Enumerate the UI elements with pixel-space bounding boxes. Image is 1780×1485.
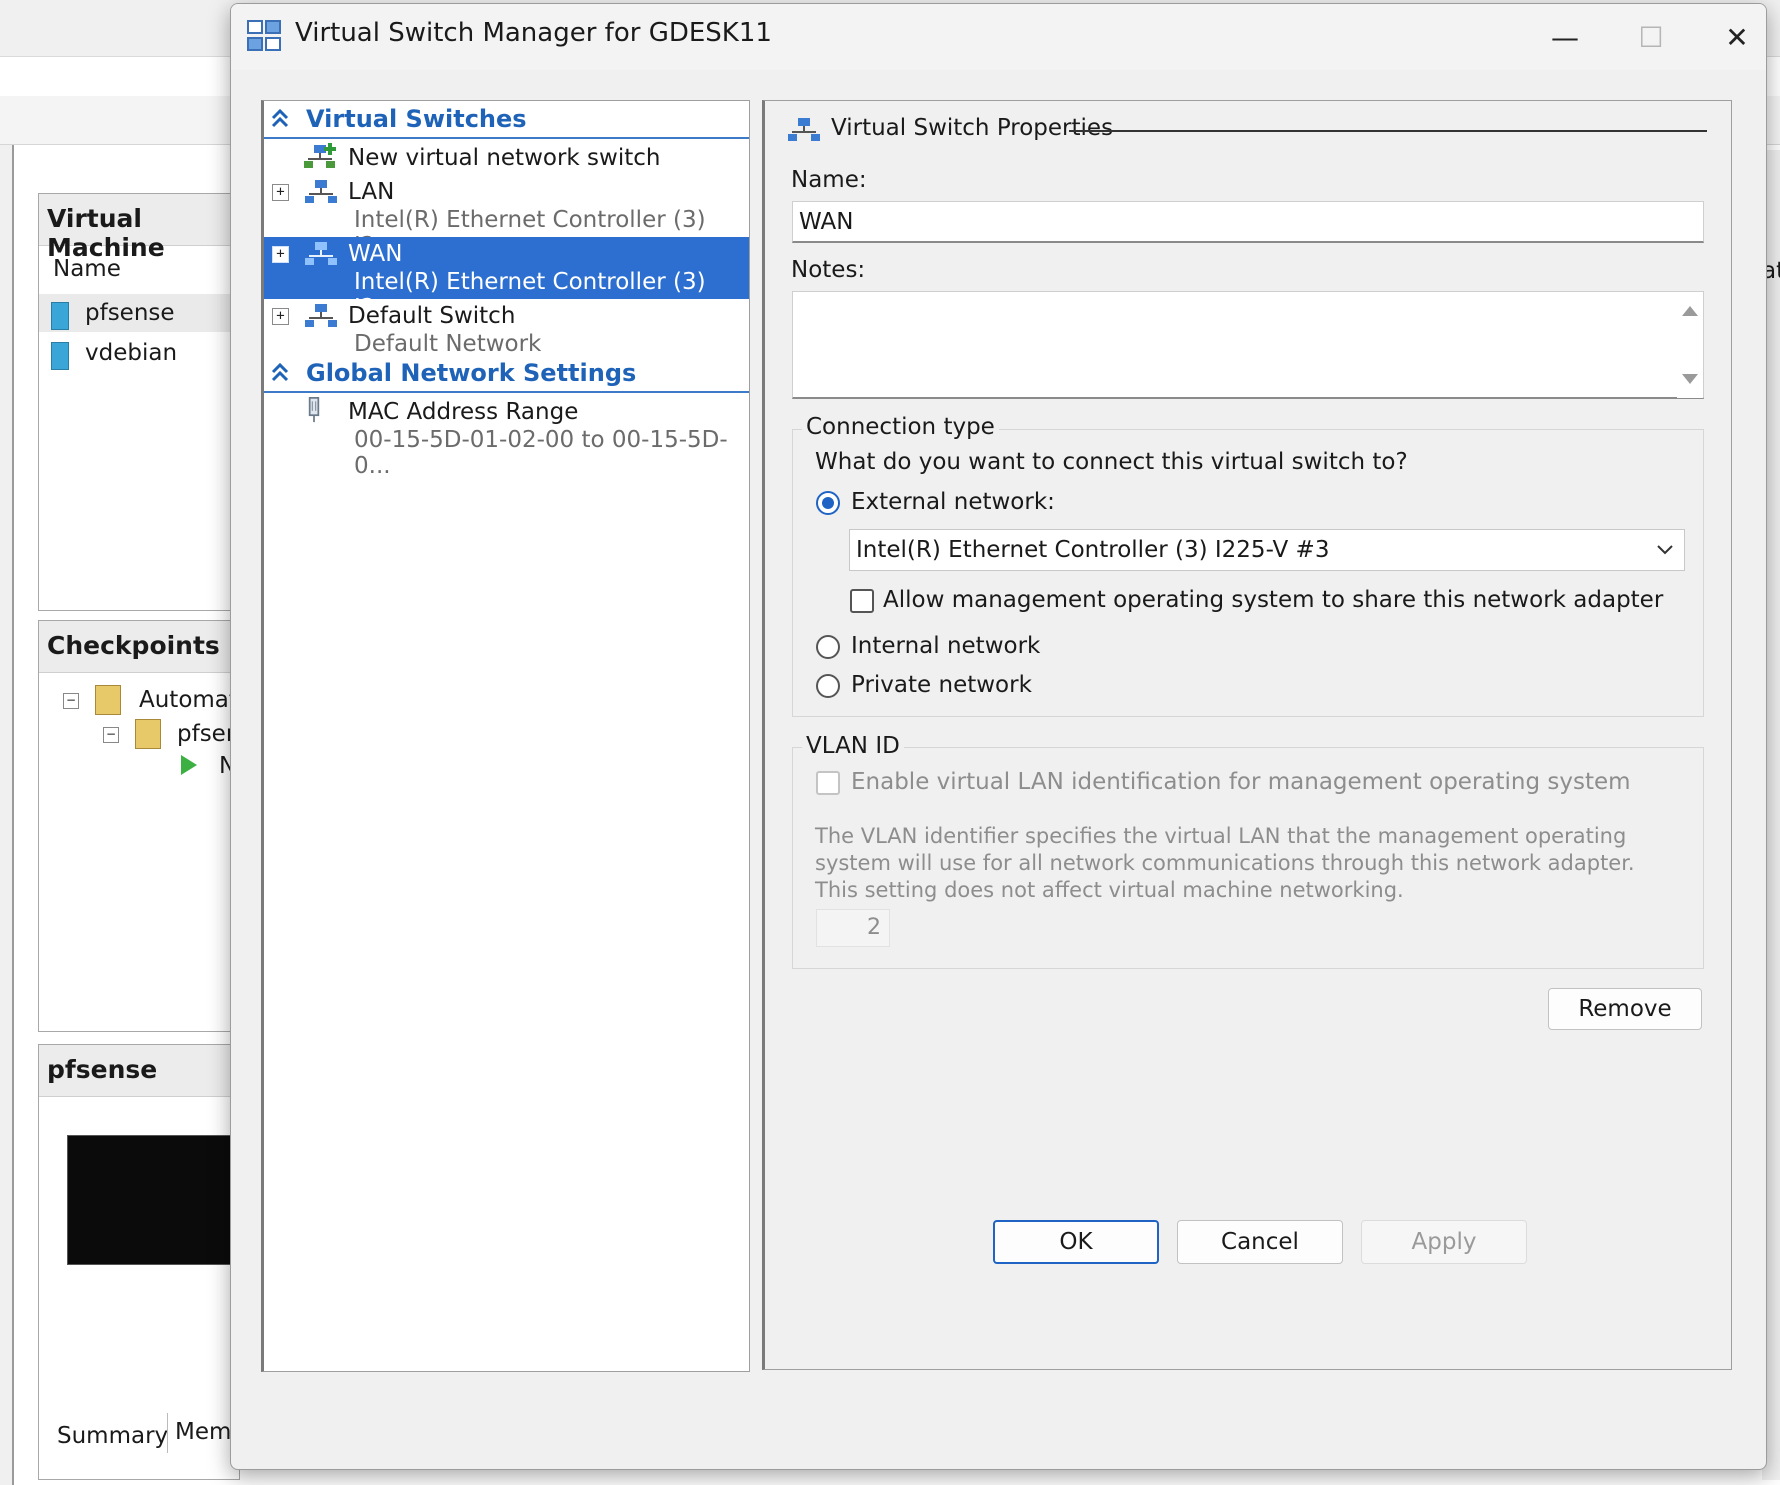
checkpoints-title: Checkpoints [39, 621, 239, 673]
global-network-settings-header[interactable]: Global Network Settings [264, 355, 749, 393]
switch-name-wan: WAN [348, 241, 403, 267]
network-switch-icon [788, 118, 820, 141]
expand-icon[interactable]: + [272, 246, 289, 263]
checkpoint-icon [135, 719, 161, 749]
remove-button[interactable]: Remove [1548, 988, 1702, 1030]
vm-item-vdebian[interactable]: vdebian [85, 340, 177, 366]
checkpoint-icon [95, 685, 121, 715]
now-play-icon [181, 755, 197, 775]
collapse-chevron-icon [271, 108, 289, 128]
tab-divider [167, 1413, 168, 1453]
virtual-switches-label: Virtual Switches [306, 105, 527, 133]
virtual-switches-header[interactable]: Virtual Switches [264, 101, 749, 139]
adapter-select[interactable]: Intel(R) Ethernet Controller (3) I225-V … [849, 529, 1685, 571]
tab-summary[interactable]: Summary [57, 1423, 168, 1449]
notes-label: Notes: [791, 257, 866, 283]
switch-name-default: Default Switch [348, 303, 516, 329]
mac-range-detail: 00-15-5D-01-02-00 to 00-15-5D-0... [354, 427, 728, 479]
vm-thumbnail[interactable] [67, 1135, 241, 1265]
global-network-settings-label: Global Network Settings [306, 359, 637, 387]
internal-network-label[interactable]: Internal network [851, 633, 1040, 659]
network-switch-icon [305, 304, 337, 327]
switch-detail-default: Default Network [354, 331, 542, 357]
vm-icon [51, 302, 69, 330]
tree-item-new-switch[interactable]: New virtual network switch [264, 141, 749, 175]
tree-item-wan[interactable]: + WAN Intel(R) Ethernet Controller (3) I… [264, 237, 749, 321]
checkpoint-pfsense[interactable]: pfser [177, 721, 235, 747]
allow-management-label[interactable]: Allow management operating system to sha… [883, 587, 1663, 613]
vm-panel-title: Virtual Machine [39, 194, 239, 262]
virtual-switch-manager-dialog: Virtual Switch Manager for GDESK11 — ☐ ✕… [230, 3, 1767, 1470]
tree-item-mac-range[interactable]: MAC Address Range 00-15-5D-01-02-00 to 0… [264, 395, 749, 479]
vlan-id-input[interactable]: 2 [816, 909, 890, 947]
scroll-up-icon[interactable] [1682, 306, 1698, 316]
properties-section-title: Virtual Switch Properties [831, 115, 1114, 141]
notes-scrollbar[interactable] [1677, 292, 1703, 398]
enable-vlan-label[interactable]: Enable virtual LAN identification for ma… [851, 769, 1631, 795]
external-network-label[interactable]: External network: [851, 489, 1055, 515]
vlan-description: The VLAN identifier specifies the virtua… [815, 824, 1635, 902]
switch-properties-pane: Virtual Switch Properties Name: WAN Note… [762, 100, 1732, 1370]
notes-textarea[interactable] [792, 291, 1704, 399]
network-switch-icon [305, 242, 337, 265]
ok-button[interactable]: OK [993, 1220, 1159, 1264]
allow-management-checkbox[interactable] [850, 589, 874, 613]
external-network-radio[interactable] [816, 491, 840, 515]
title-bar[interactable]: Virtual Switch Manager for GDESK11 — ☐ ✕ [231, 4, 1766, 70]
mac-range-label: MAC Address Range [348, 399, 579, 425]
network-switch-icon [305, 180, 337, 203]
background-left-border [0, 145, 14, 1485]
network-adapter-icon [308, 397, 320, 423]
enable-vlan-checkbox[interactable] [816, 771, 840, 795]
expand-icon[interactable]: + [272, 308, 289, 325]
new-switch-label: New virtual network switch [348, 145, 661, 171]
name-label: Name: [791, 167, 867, 193]
name-value: WAN [799, 209, 854, 235]
section-divider [1069, 130, 1707, 132]
internal-network-radio[interactable] [816, 635, 840, 659]
checkpoints-panel: Checkpoints − Automatic − pfser N [38, 620, 257, 1032]
apply-button[interactable]: Apply [1361, 1220, 1527, 1264]
dialog-title: Virtual Switch Manager for GDESK11 [295, 18, 772, 48]
new-switch-icon [304, 143, 336, 168]
scroll-down-icon[interactable] [1682, 374, 1698, 384]
private-network-label[interactable]: Private network [851, 672, 1032, 698]
close-button[interactable]: ✕ [1693, 10, 1766, 64]
minimize-button[interactable]: — [1521, 10, 1609, 64]
connection-type-legend: Connection type [802, 414, 999, 440]
tree-item-lan[interactable]: + LAN Intel(R) Ethernet Controller (3) I… [264, 175, 749, 259]
adapter-value: Intel(R) Ethernet Controller (3) I225-V … [856, 537, 1330, 563]
vm-panel: Virtual Machine Name pfsense vdebian [38, 193, 240, 611]
name-input[interactable]: WAN [792, 201, 1704, 243]
connection-question: What do you want to connect this virtual… [815, 449, 1408, 475]
vm-item-pfsense[interactable]: pfsense [85, 300, 175, 326]
switch-name-lan: LAN [348, 179, 395, 205]
collapse-icon[interactable]: − [103, 727, 119, 743]
vm-name-column[interactable]: Name [53, 256, 121, 282]
private-network-radio[interactable] [816, 674, 840, 698]
switch-tree: Virtual Switches New virtual network swi… [261, 100, 750, 1372]
tree-item-default-switch[interactable]: + Default Switch Default Network [264, 299, 749, 361]
collapse-chevron-icon [271, 362, 289, 382]
chevron-down-icon[interactable] [1656, 544, 1674, 556]
vm-icon [51, 342, 69, 370]
cancel-button[interactable]: Cancel [1177, 1220, 1343, 1264]
collapse-icon[interactable]: − [63, 693, 79, 709]
virtual-switch-manager-icon [247, 20, 281, 51]
expand-icon[interactable]: + [272, 184, 289, 201]
maximize-button[interactable]: ☐ [1607, 10, 1695, 64]
details-panel: pfsense Summary Memo [38, 1044, 245, 1480]
vlan-legend: VLAN ID [802, 733, 904, 759]
details-title: pfsense [39, 1045, 239, 1097]
